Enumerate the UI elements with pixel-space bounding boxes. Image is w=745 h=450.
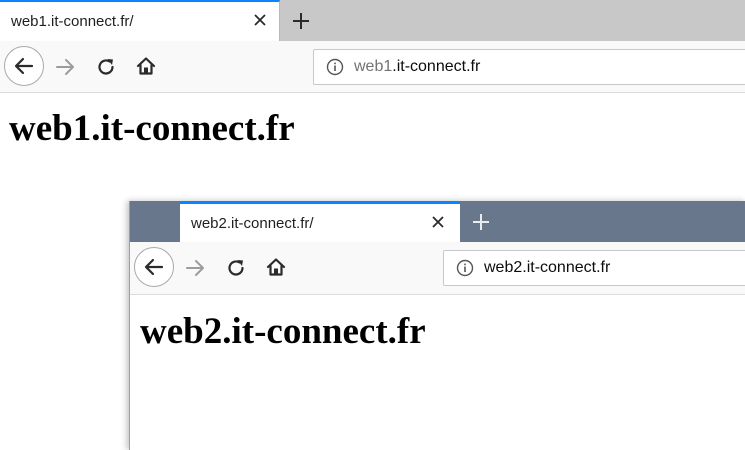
url-domain: .it-connect.fr [392, 58, 481, 75]
reload-button[interactable] [222, 254, 250, 282]
arrow-right-icon [56, 59, 74, 75]
tab-web2[interactable]: web2.it-connect.fr/ [180, 201, 460, 242]
tab-title: web1.it-connect.fr/ [11, 13, 134, 30]
tab-web1[interactable]: web1.it-connect.fr/ [0, 0, 280, 41]
close-icon [432, 216, 444, 228]
arrow-left-icon [144, 258, 164, 276]
tab-title: web2.it-connect.fr/ [191, 215, 314, 232]
url-subdomain: web1 [354, 58, 393, 75]
home-button[interactable] [132, 52, 160, 80]
forward-button[interactable] [181, 254, 209, 282]
plus-icon [293, 13, 309, 29]
info-icon[interactable] [456, 259, 474, 277]
url-text[interactable]: web1.it-connect.fr [354, 58, 480, 76]
arrow-left-icon [14, 57, 34, 75]
back-button[interactable] [134, 247, 174, 287]
reload-icon [98, 59, 114, 75]
tab-strip: web2.it-connect.fr/ [130, 201, 745, 242]
arrow-right-icon [186, 260, 204, 276]
navigation-toolbar: web1.it-connect.fr [0, 41, 745, 93]
forward-button[interactable] [51, 53, 79, 81]
address-bar[interactable]: web1.it-connect.fr [313, 49, 745, 85]
close-tab-button[interactable] [428, 212, 448, 232]
reload-icon [228, 260, 244, 276]
browser-window-web2: web2.it-connect.fr/ web2.it-connect.fr w… [129, 201, 745, 450]
url-domain: .it-connect.fr [522, 259, 611, 276]
reload-button[interactable] [92, 53, 120, 81]
url-subdomain: web2 [484, 259, 523, 276]
new-tab-button[interactable] [469, 210, 493, 234]
page-content: web2.it-connect.fr [130, 295, 745, 450]
page-heading: web1.it-connect.fr [9, 108, 295, 149]
close-tab-button[interactable] [250, 10, 270, 30]
home-button[interactable] [262, 253, 290, 281]
home-icon [266, 258, 286, 276]
page-heading: web2.it-connect.fr [140, 311, 426, 352]
home-icon [136, 57, 156, 75]
back-button[interactable] [4, 46, 44, 86]
address-bar[interactable]: web2.it-connect.fr [443, 250, 745, 286]
close-icon [254, 14, 266, 26]
navigation-toolbar: web2.it-connect.fr [130, 242, 745, 295]
info-icon[interactable] [326, 58, 344, 76]
new-tab-button[interactable] [289, 9, 313, 33]
plus-icon [473, 214, 489, 230]
url-text[interactable]: web2.it-connect.fr [484, 259, 610, 277]
tab-strip: web1.it-connect.fr/ [0, 0, 745, 41]
